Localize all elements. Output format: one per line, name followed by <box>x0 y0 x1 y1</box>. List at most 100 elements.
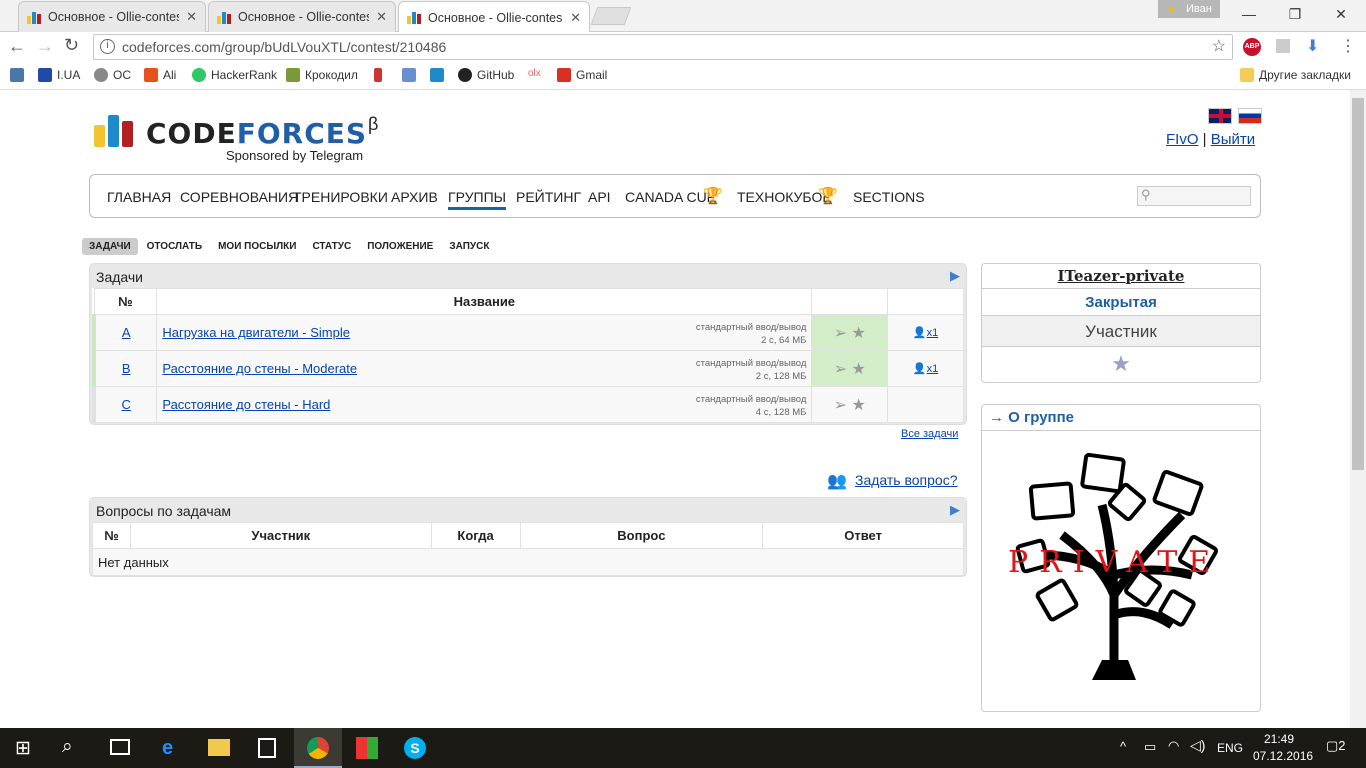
menu-gym[interactable]: ТРЕНИРОВКИ <box>293 189 388 205</box>
browser-menu-icon[interactable]: ⋮ <box>1340 36 1356 56</box>
contest-name-link[interactable]: ITeazer-private <box>982 264 1260 289</box>
back-icon[interactable]: ← <box>8 36 26 57</box>
solved-count-link[interactable]: x1 <box>927 363 939 375</box>
site-logo[interactable]: CODEFORCES <box>146 117 367 150</box>
close-tab-icon[interactable]: ✕ <box>376 9 387 25</box>
arrow-right-icon[interactable]: ▶ <box>950 268 960 284</box>
submenu-custom-test[interactable]: ЗАПУСК <box>442 238 496 255</box>
submenu-status[interactable]: СТАТУС <box>305 238 358 255</box>
reload-icon[interactable]: ↻ <box>64 35 79 56</box>
submenu-submit[interactable]: ОТОСЛАТЬ <box>140 238 209 255</box>
problem-id[interactable]: C <box>121 397 130 412</box>
menu-home[interactable]: ГЛАВНАЯ <box>107 189 171 205</box>
vk-icon[interactable] <box>10 68 24 82</box>
col-question: Вопрос <box>519 522 764 549</box>
menu-sections[interactable]: SECTIONS <box>853 189 925 205</box>
problem-id[interactable]: B <box>122 361 131 376</box>
send-icon[interactable]: ➢ <box>834 325 847 342</box>
minimize-button[interactable]: — <box>1226 0 1272 28</box>
problem-link[interactable]: Нагрузка на двигатели - Simple <box>162 325 350 340</box>
search-input[interactable]: ⚲ <box>1137 186 1251 206</box>
codeforces-favicon-icon <box>407 11 421 24</box>
volume-icon[interactable]: ◁) <box>1190 737 1205 754</box>
task-view-icon[interactable] <box>110 739 130 755</box>
address-bar[interactable]: i codeforces.com/group/bUdLVouXTL/contes… <box>93 34 1233 60</box>
favorite-star-icon[interactable]: ★ <box>852 397 866 414</box>
russian-flag-icon[interactable] <box>1238 108 1262 124</box>
wifi-icon[interactable]: ◠ <box>1168 738 1179 754</box>
contest-submenu: ЗАДАЧИ ОТОСЛАТЬ МОИ ПОСЫЛКИ СТАТУС ПОЛОЖ… <box>82 238 498 255</box>
other-bookmarks[interactable]: Другие закладки <box>1240 68 1351 82</box>
clock-time[interactable]: 21:49 <box>1253 732 1305 746</box>
adblock-icon[interactable]: ABP <box>1243 38 1261 56</box>
extension-chart-icon[interactable] <box>1276 39 1290 53</box>
bookmark-star-icon[interactable]: ☆ <box>1212 35 1226 59</box>
bookmark-oc[interactable]: OC <box>94 68 131 82</box>
favorite-star-icon[interactable]: ★ <box>852 361 866 378</box>
bookmark-gmail[interactable]: Gmail <box>557 68 607 82</box>
bookmark-github[interactable]: GitHub <box>458 68 514 82</box>
menu-rating[interactable]: РЕЙТИНГ <box>516 189 581 205</box>
send-icon[interactable]: ➢ <box>834 361 847 378</box>
english-flag-icon[interactable] <box>1208 108 1232 124</box>
submenu-my-submissions[interactable]: МОИ ПОСЫЛКИ <box>211 238 303 255</box>
codeforces-logo-icon[interactable] <box>94 115 134 147</box>
submenu-problems[interactable]: ЗАДАЧИ <box>82 238 138 255</box>
group-tree-image: PRIVATE <box>1002 445 1242 695</box>
ask-question-link[interactable]: Задать вопрос? <box>855 472 958 488</box>
bookmark-ali[interactable]: Ali <box>144 68 176 82</box>
close-tab-icon[interactable]: ✕ <box>570 10 581 26</box>
new-tab-button[interactable] <box>590 7 632 25</box>
menu-contests[interactable]: СОРЕВНОВАНИЯ <box>180 189 298 205</box>
windows-start-icon[interactable]: ⊞ <box>15 737 31 760</box>
forward-icon[interactable]: → <box>36 36 54 57</box>
menu-groups[interactable]: ГРУППЫ <box>448 189 507 210</box>
page-scrollbar[interactable] <box>1350 90 1366 728</box>
maximize-button[interactable]: ❐ <box>1272 0 1318 28</box>
send-icon[interactable]: ➢ <box>834 397 847 414</box>
bookmark-iua[interactable]: I.UA <box>38 68 80 82</box>
file-explorer-icon[interactable] <box>208 739 230 756</box>
language-indicator[interactable]: ENG <box>1217 741 1243 755</box>
edge-icon[interactable]: e <box>162 737 173 760</box>
profile-link[interactable]: FIvO <box>1166 131 1199 148</box>
profile-button[interactable]: ▲ Иван <box>1158 0 1220 18</box>
menu-archive[interactable]: АРХИВ <box>391 189 438 205</box>
download-extension-icon[interactable]: ⬇ <box>1306 36 1319 56</box>
submenu-standings[interactable]: ПОЛОЖЕНИЕ <box>360 238 440 255</box>
olx-icon[interactable]: olx <box>528 68 541 79</box>
favorite-star-icon[interactable]: ★ <box>852 325 866 342</box>
chrome-taskbar-button[interactable] <box>294 728 342 768</box>
oc-icon <box>94 68 108 82</box>
bookmark-hackerrank[interactable]: HackerRank <box>192 68 277 82</box>
close-window-button[interactable]: ✕ <box>1318 0 1364 28</box>
tray-up-icon[interactable]: ^ <box>1120 739 1126 754</box>
logout-link[interactable]: Выйти <box>1211 131 1255 148</box>
problem-link[interactable]: Расстояние до стены - Hard <box>162 397 330 412</box>
about-group-link[interactable]: → О группе <box>982 405 1260 431</box>
clock-date[interactable]: 07.12.2016 <box>1253 749 1313 763</box>
info-icon[interactable]: i <box>100 39 115 54</box>
bookmark-icon[interactable] <box>402 68 416 82</box>
battery-icon[interactable]: ▭ <box>1144 739 1156 755</box>
search-icon[interactable]: ⌕ <box>62 736 73 758</box>
close-tab-icon[interactable]: ✕ <box>186 9 197 25</box>
menu-technocup[interactable]: ТЕХНОКУБОК <box>737 189 831 205</box>
skype-icon[interactable]: S <box>404 737 426 759</box>
problem-id[interactable]: A <box>122 325 131 340</box>
codeforces-bookmark-icon[interactable] <box>430 68 444 82</box>
arrow-right-icon[interactable]: ▶ <box>950 502 960 518</box>
winrar-icon[interactable] <box>356 737 378 759</box>
problem-link[interactable]: Расстояние до стены - Moderate <box>162 361 357 376</box>
browser-tab-active[interactable]: Основное - Ollie-contes ✕ <box>398 1 590 33</box>
solved-count-link[interactable]: x1 <box>927 327 939 339</box>
browser-tab[interactable]: Основное - Ollie-contes ✕ <box>18 1 206 32</box>
favorite-star-icon[interactable]: ★ <box>982 347 1260 381</box>
thermometer-icon[interactable] <box>374 68 382 82</box>
store-icon[interactable] <box>258 738 276 758</box>
browser-tab[interactable]: Основное - Ollie-contes ✕ <box>208 1 396 32</box>
menu-api[interactable]: API <box>588 189 611 205</box>
bookmark-krokodil[interactable]: Крокодил <box>286 68 358 82</box>
notifications-icon[interactable]: ▢2 <box>1326 738 1346 754</box>
all-problems-link[interactable]: Все задачи <box>901 428 958 440</box>
